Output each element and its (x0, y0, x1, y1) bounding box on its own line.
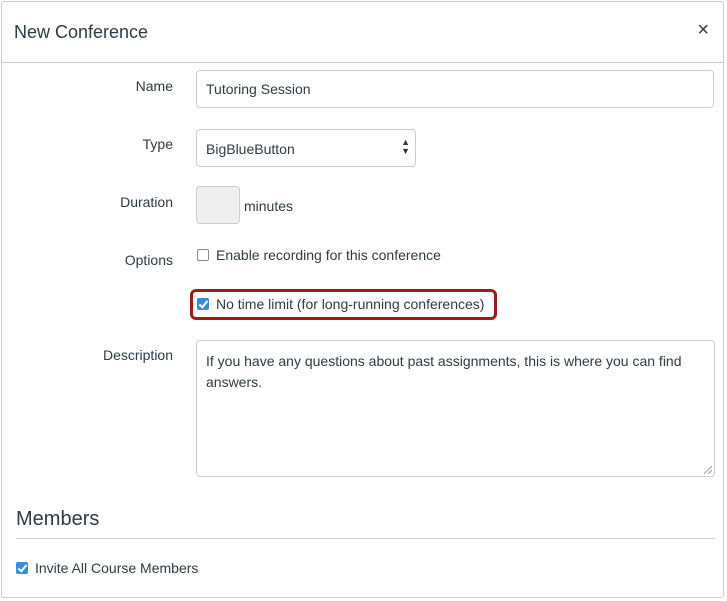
no-time-limit-checkbox[interactable] (197, 298, 209, 310)
members-divider (16, 538, 715, 539)
name-label: Name (135, 78, 173, 94)
invite-all-label[interactable]: Invite All Course Members (35, 560, 198, 576)
select-arrows-icon: ▲ ▼ (401, 137, 410, 156)
dialog-header: New Conference × (2, 2, 723, 63)
type-select-value: BigBlueButton (206, 141, 295, 157)
invite-all-checkbox[interactable] (16, 562, 28, 574)
members-heading: Members (16, 508, 100, 530)
duration-input (196, 186, 240, 224)
duration-unit: minutes (244, 198, 294, 214)
enable-recording-checkbox[interactable] (197, 249, 209, 261)
description-text: If you have any questions about past ass… (206, 353, 682, 390)
new-conference-dialog: New Conference × Name Type BigBlueButton… (1, 1, 724, 598)
dialog-title: New Conference (14, 22, 149, 42)
options-label: Options (124, 252, 173, 268)
enable-recording-label[interactable]: Enable recording for this conference (216, 247, 441, 263)
type-label: Type (142, 136, 173, 152)
no-time-limit-label[interactable]: No time limit (for long-running conferen… (216, 296, 484, 312)
duration-label: Duration (120, 194, 173, 210)
resize-handle-icon[interactable] (704, 466, 712, 474)
type-select[interactable]: BigBlueButton ▲ ▼ (196, 129, 416, 167)
description-label: Description (102, 347, 173, 363)
name-input[interactable] (196, 70, 714, 108)
close-icon[interactable]: × (697, 20, 709, 40)
description-textarea[interactable]: If you have any questions about past ass… (196, 340, 715, 477)
